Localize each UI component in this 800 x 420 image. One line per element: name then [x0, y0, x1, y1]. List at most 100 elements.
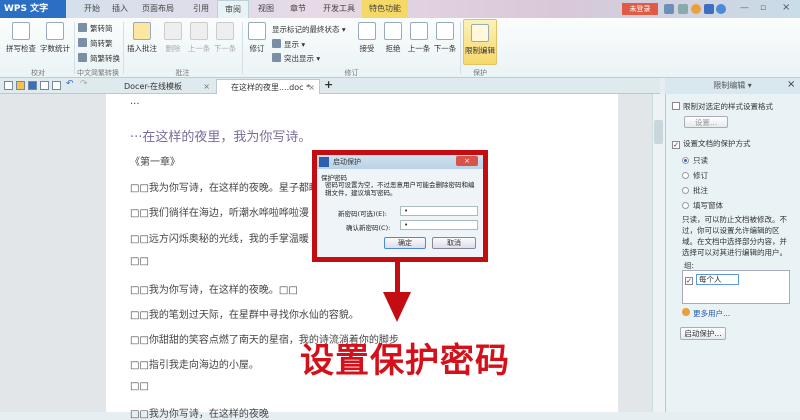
show-icon — [272, 39, 281, 48]
markup-select[interactable]: 显示标记的最终状态 ▾ — [272, 24, 346, 35]
scrollbar-thumb[interactable] — [654, 120, 663, 144]
minimize-button[interactable]: — — [740, 3, 749, 13]
doc-line: □□我为你写诗，在这样的夜晚 — [130, 409, 269, 420]
track-changes-button[interactable]: 修订 — [244, 22, 270, 54]
cancel-button[interactable]: 取消 — [432, 237, 476, 249]
confirm-password-input[interactable]: • — [400, 220, 478, 230]
tab-view[interactable]: 视图 — [252, 0, 280, 18]
s2t-button[interactable]: 简转繁 — [78, 38, 113, 49]
doc-line: ··· — [130, 99, 140, 110]
maximize-button[interactable]: ▫ — [760, 3, 766, 13]
skin-icon[interactable] — [664, 4, 674, 14]
delete-icon — [164, 22, 182, 40]
prev-comment-button[interactable]: 上一条 — [186, 22, 212, 54]
mode-description: 只读，可以防止文档被修改。不过，你可以设置允许编辑的区域。在文档中选择部分内容，… — [682, 215, 787, 257]
accept-button[interactable]: 接受 — [354, 22, 380, 54]
t2s-button[interactable]: 繁转简 — [78, 23, 113, 34]
open-icon[interactable] — [16, 81, 25, 90]
show-button[interactable]: 显示 ▾ — [272, 39, 305, 50]
save-icon[interactable] — [28, 81, 37, 90]
reject-button[interactable]: 拒绝 — [380, 22, 406, 54]
panel-title[interactable]: 限制编辑 ▾ — [665, 78, 800, 94]
highlight-icon — [272, 53, 281, 62]
doc-line: □□我为你写诗，在这样的夜晚。星子都睡 — [130, 183, 319, 194]
doc-line: □□我们徜徉在海边，听潮水哗啦哗啦漫 — [130, 208, 309, 219]
tab-special[interactable]: 特色功能 — [362, 0, 408, 18]
more-users-link[interactable]: 更多用户... — [682, 308, 730, 319]
undo-icon[interactable]: ↶ — [66, 79, 74, 89]
word-count-icon — [46, 22, 64, 40]
prev-icon — [410, 22, 428, 40]
restrict-editing-button[interactable]: 限制编辑 — [463, 19, 497, 65]
app-menu-button[interactable]: WPS 文字 — [0, 0, 66, 18]
doc-title: ···在这样的夜里，我为你写诗。 — [130, 130, 312, 145]
browser-icon[interactable] — [691, 4, 701, 14]
radio-readonly[interactable]: 只读 — [682, 155, 708, 166]
doc-line: □□指引我走向海边的小屋。 — [130, 360, 259, 371]
tab-layout[interactable]: 页面布局 — [136, 0, 180, 18]
new-password-input[interactable]: • — [400, 206, 478, 216]
lock-icon — [471, 24, 489, 42]
prev-revision-button[interactable]: 上一条 — [406, 22, 432, 54]
protect-mode-checkbox[interactable]: ✓ 设置文档的保护方式 — [672, 138, 751, 149]
convert-button[interactable]: 简繁转换 — [78, 53, 120, 64]
login-button[interactable]: 未登录 — [622, 3, 658, 15]
doc-tab-docer[interactable]: Docer-在线模板 × — [110, 79, 214, 94]
preview-icon[interactable] — [52, 81, 61, 90]
ok-button[interactable]: 确定 — [384, 237, 426, 249]
tab-insert[interactable]: 插入 — [106, 0, 134, 18]
next-icon — [436, 22, 454, 40]
doc-line: □□ — [130, 381, 149, 392]
annotation-text: 设置保护密码 — [300, 341, 510, 381]
redo-icon[interactable]: ↷ — [80, 79, 88, 89]
tab-home[interactable]: 开始 — [78, 0, 106, 18]
group-label: 中文简繁转换 — [77, 69, 119, 77]
tab-developer[interactable]: 开发工具 — [318, 0, 360, 18]
panel-close-icon[interactable]: × — [787, 79, 795, 90]
users-icon — [682, 308, 690, 316]
highlight-button[interactable]: 突出显示 ▾ — [272, 53, 320, 64]
dialog-hint: 密码可设置为空，不过恶意用户可能会删除密码和编辑文件，建议填写密码。 — [325, 181, 475, 197]
next-icon — [216, 22, 234, 40]
help-icon[interactable] — [716, 4, 726, 14]
arrow-head-icon — [383, 292, 411, 322]
word-count-button[interactable]: 字数统计 — [38, 22, 72, 54]
format-limit-checkbox[interactable]: 限制对选定的样式设置格式 — [672, 101, 773, 112]
group-label: 保护 — [473, 69, 487, 77]
next-revision-button[interactable]: 下一条 — [432, 22, 458, 54]
settings-button[interactable]: 设置... — [684, 116, 728, 128]
start-protection-button[interactable]: 启动保护... — [680, 327, 726, 340]
next-comment-button[interactable]: 下一条 — [212, 22, 238, 54]
delete-comment-button[interactable]: 删除 — [160, 22, 186, 54]
prev-icon — [190, 22, 208, 40]
gift-icon[interactable] — [678, 4, 688, 14]
close-window-button[interactable]: × — [782, 2, 790, 13]
tab-review[interactable]: 审阅 — [217, 0, 249, 18]
comment-icon — [133, 22, 151, 40]
spell-check-icon — [12, 22, 30, 40]
tab-references[interactable]: 引用 — [186, 0, 216, 18]
radio-comment[interactable]: 批注 — [682, 185, 708, 196]
convert-icon — [78, 23, 87, 32]
new-password-label: 新密码(可选)(E): — [338, 210, 387, 218]
tab-chapter[interactable]: 章节 — [284, 0, 312, 18]
group-item-everyone[interactable]: ✓ 每个人 — [685, 274, 739, 285]
radio-form[interactable]: 填写窗体 — [682, 200, 723, 211]
doc-line: □□我的笔划过天际，在星群中寻找你水仙的容貌。 — [130, 310, 359, 321]
print-icon[interactable] — [40, 81, 49, 90]
dialog-close-button[interactable]: × — [456, 156, 478, 166]
group-label: 校对 — [31, 69, 45, 77]
spell-check-button[interactable]: 拼写检查 — [4, 22, 38, 54]
insert-comment-button[interactable]: 插入批注 — [125, 22, 159, 54]
doc-tab-active[interactable]: 在这样的夜里....doc * × — [216, 79, 320, 94]
new-icon[interactable] — [4, 81, 13, 90]
reject-icon — [384, 22, 402, 40]
docer-icon[interactable] — [704, 4, 714, 14]
doc-line: □□ — [130, 256, 149, 267]
track-icon — [248, 22, 266, 40]
new-tab-button[interactable]: + — [324, 78, 333, 91]
radio-revision[interactable]: 修订 — [682, 170, 708, 181]
doc-line: □□我为你写诗，在这样的夜晚。□□ — [130, 285, 298, 296]
doc-line: 《第一章》 — [130, 157, 180, 168]
group-label: 批注 — [175, 69, 190, 77]
